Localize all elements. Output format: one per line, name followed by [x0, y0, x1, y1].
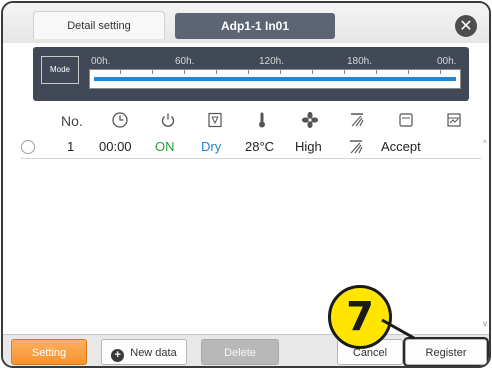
delete-button[interactable]: Delete [201, 339, 279, 365]
tick-label: 180h. [347, 56, 373, 67]
track-tick [184, 70, 185, 74]
row-mode: Dry [201, 139, 222, 154]
table-scrollbar[interactable]: ^ v [483, 137, 489, 333]
tick-label: 120h. [259, 56, 285, 67]
mode-icon [208, 112, 222, 128]
row-select-radio[interactable] [21, 140, 35, 154]
track-tick [312, 70, 313, 74]
tick-label: 60h. [175, 56, 195, 67]
tick-label: 00h. [437, 56, 457, 67]
track-tick [344, 70, 345, 74]
track-tick [152, 70, 153, 74]
callout-pointer [381, 318, 415, 340]
power-icon [161, 113, 175, 127]
register-button[interactable]: Register [405, 339, 487, 365]
fan-icon [301, 111, 319, 129]
row-power: ON [155, 139, 175, 154]
track-tick [248, 70, 249, 74]
new-data-label: New data [130, 347, 177, 359]
plus-icon: + [111, 349, 125, 362]
column-header: No. [3, 103, 489, 141]
thermometer-icon [259, 112, 265, 128]
scroll-up-icon[interactable]: ^ [483, 139, 487, 148]
row-fan: High [295, 139, 322, 154]
row-temp: 28°C [245, 139, 275, 154]
table-row[interactable]: 1 00:00 ON Dry 28°C High Accept [21, 137, 481, 159]
setting-button[interactable]: Setting [11, 339, 87, 365]
clock-icon [112, 112, 128, 128]
track-tick [408, 70, 409, 74]
scroll-down-icon[interactable]: v [483, 319, 487, 328]
close-button[interactable]: ✕ [455, 15, 477, 37]
mode-button[interactable]: Mode [41, 56, 79, 84]
timeline-track[interactable] [89, 69, 461, 89]
row-no: 1 [67, 139, 75, 154]
filter-icon [399, 113, 413, 127]
permission-icon [447, 113, 461, 127]
row-time: 00:00 [99, 139, 132, 154]
column-no-label: No. [61, 113, 83, 129]
track-tick [440, 70, 441, 74]
row-permission: Accept [381, 139, 421, 154]
schedule-timeline: Mode 00h. 60h. 120h. 180h. 00h. [33, 47, 469, 101]
louver-icon [350, 140, 363, 154]
close-icon: ✕ [459, 16, 473, 35]
new-data-button[interactable]: + New data [101, 339, 187, 365]
track-tick [216, 70, 217, 74]
track-tick [280, 70, 281, 74]
schedule-table: 1 00:00 ON Dry 28°C High Accept ^ v [21, 137, 489, 333]
tick-label: 00h. [91, 56, 111, 67]
track-tick [376, 70, 377, 74]
track-tick [120, 70, 121, 74]
timeline-bar [94, 77, 456, 81]
louver-icon [351, 113, 364, 127]
tab-detail-setting[interactable]: Detail setting [33, 11, 165, 39]
detail-setting-dialog: Detail setting Adp1-1 In01 ✕ Mode 00h. 6… [1, 1, 491, 368]
unit-title: Adp1-1 In01 [175, 13, 335, 39]
dialog-header: Detail setting Adp1-1 In01 ✕ [3, 3, 489, 43]
